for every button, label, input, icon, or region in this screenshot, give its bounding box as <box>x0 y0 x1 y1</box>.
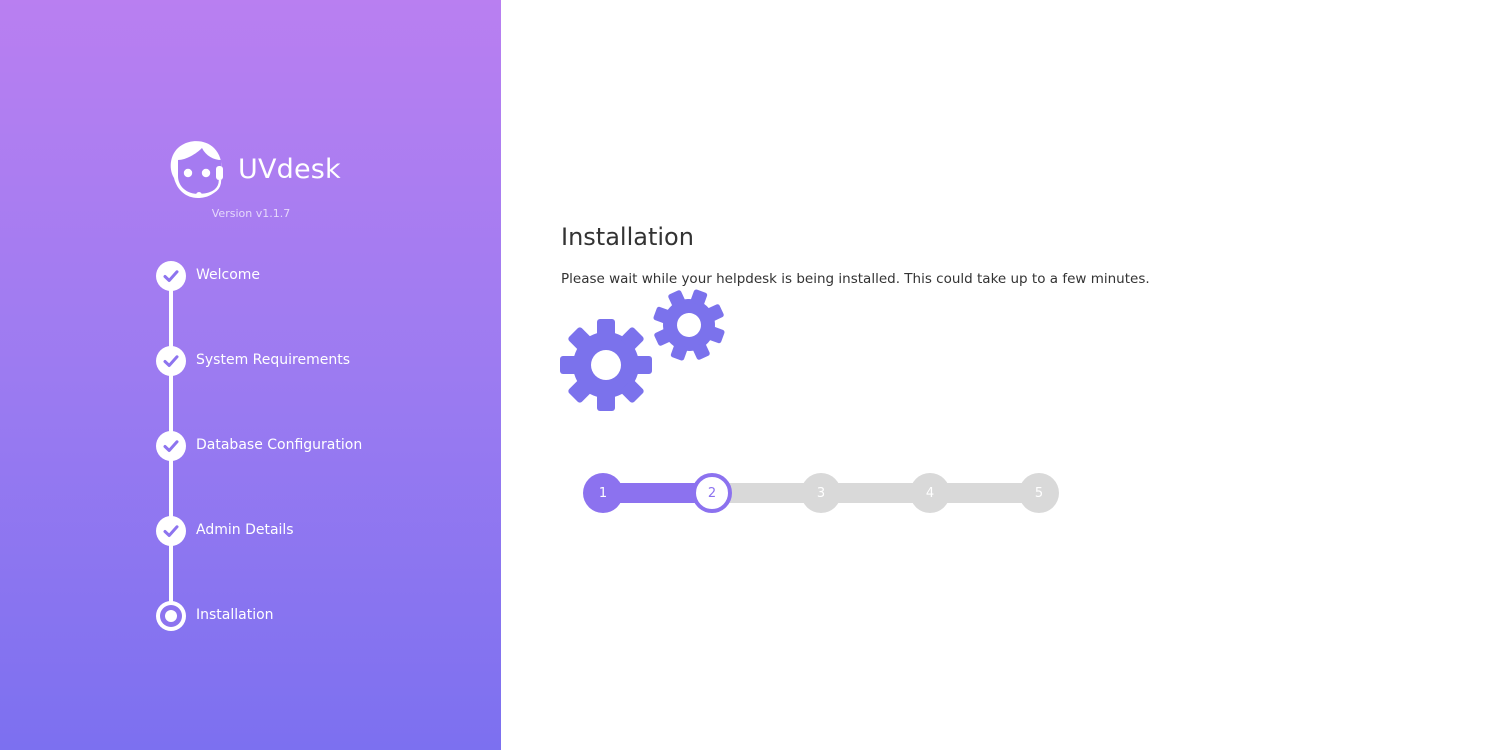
check-icon <box>163 440 179 452</box>
step-label: Database Configuration <box>196 437 363 453</box>
progress-step-1: 1 <box>583 473 623 513</box>
progress-step-5: 5 <box>1019 473 1059 513</box>
step-label: Admin Details <box>196 522 294 538</box>
gears-icon <box>560 289 725 411</box>
step-label: System Requirements <box>196 352 350 368</box>
brand-name: UVdesk <box>238 154 341 185</box>
page-title: Installation <box>561 223 694 251</box>
step-complete-marker <box>156 261 186 291</box>
current-step-ring <box>160 605 182 627</box>
check-icon <box>163 355 179 367</box>
progress-step-2: 2 <box>692 473 732 513</box>
main-content: Installation Please wait while your help… <box>501 0 1497 750</box>
brand: UVdesk <box>166 138 346 202</box>
step-complete-marker <box>156 431 186 461</box>
check-icon <box>163 525 179 537</box>
progress-step-3: 3 <box>801 473 841 513</box>
step-label: Installation <box>196 607 274 623</box>
version-label: Version v1.1.7 <box>211 207 291 220</box>
step-current-marker <box>156 601 186 631</box>
headset-agent-icon <box>170 141 223 198</box>
step-complete-marker <box>156 516 186 546</box>
current-step-dot <box>165 610 177 622</box>
step-complete-marker <box>156 346 186 376</box>
progress-step-4: 4 <box>910 473 950 513</box>
sidebar: UVdesk Version v1.1.7 Welcome System Req… <box>0 0 501 750</box>
install-progress: 1 2 3 4 5 <box>583 473 1061 513</box>
check-icon <box>163 270 179 282</box>
step-label: Welcome <box>196 267 261 283</box>
